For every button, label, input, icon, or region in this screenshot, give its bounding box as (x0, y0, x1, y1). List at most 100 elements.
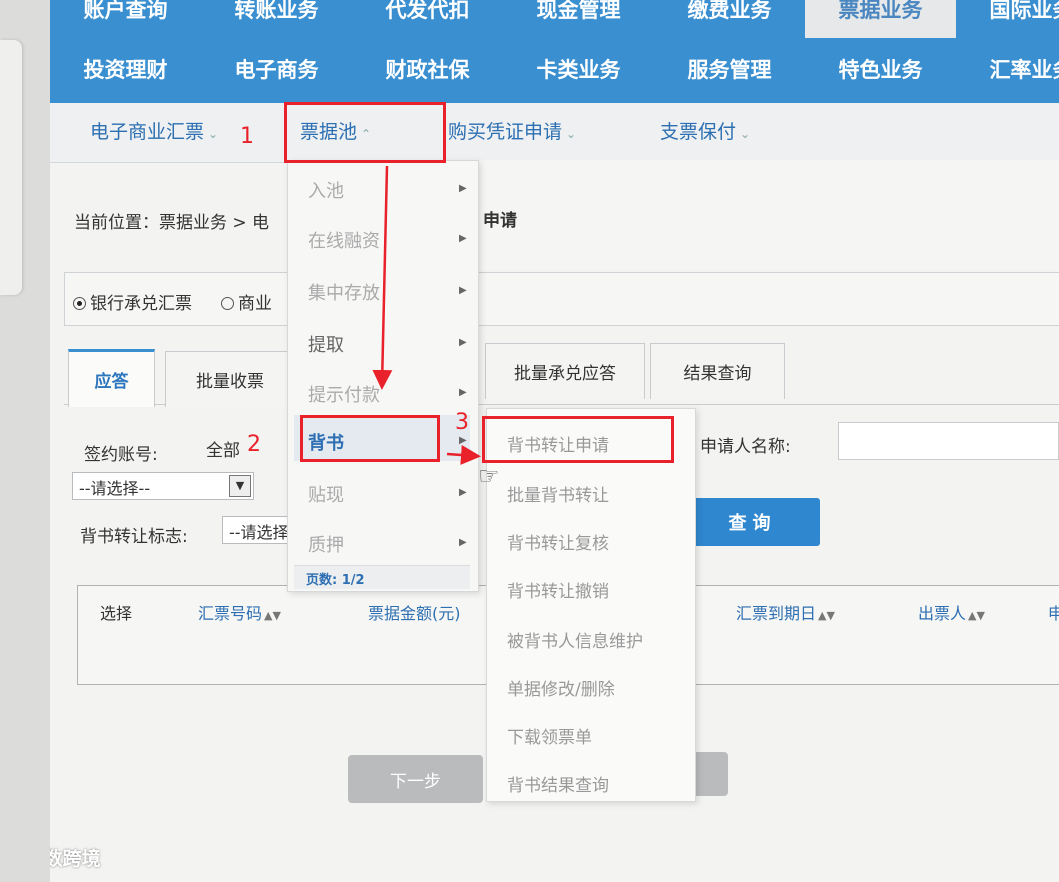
submenu-item-download-ticket[interactable]: 下载领票单 (507, 723, 592, 748)
subnav-label: 购买凭证申请 (448, 121, 563, 143)
annotation-box-2 (300, 415, 440, 462)
main-nav-row-1: 账户查询 转账业务 代发代扣 现金管理 缴费业务 票据业务 国际业务 (50, 0, 1059, 38)
radio-label: 商业 (238, 294, 272, 314)
watermark-text: 大数跨境 (50, 848, 101, 870)
nav-item-exchange-rate[interactable]: 汇率业务 (956, 44, 1059, 94)
annotation-number-3: 3 (455, 410, 469, 435)
submenu-item-endorse-review[interactable]: 背书转让复核 (507, 529, 609, 554)
chevron-right-icon: ▶ (459, 183, 467, 194)
page-title: 申请 (483, 211, 517, 231)
nav-item-card[interactable]: 卡类业务 (503, 44, 654, 94)
next-step-button[interactable]: 下一步 (348, 755, 483, 803)
chevron-down-icon: ⌄ (566, 127, 577, 141)
endorse-flag-select[interactable]: --请选择 (222, 516, 292, 544)
column-header-drawer[interactable]: 出票人 ▲▼ (918, 600, 985, 624)
nav-item-payment[interactable]: 缴费业务 (654, 0, 805, 38)
bank-page: 账户查询 转账业务 代发代扣 现金管理 缴费业务 票据业务 国际业务 投资理财 … (50, 0, 1059, 882)
watermark: ⚭大数跨境 (50, 844, 101, 871)
sort-icon[interactable]: ▲▼ (818, 609, 835, 622)
subnav-buy-voucher[interactable]: 购买凭证申请 ⌄ (448, 117, 576, 144)
submenu-item-endorse-revoke[interactable]: 背书转让撤销 (507, 577, 609, 602)
nav-item-featured[interactable]: 特色业务 (805, 44, 956, 94)
annotation-number-2: 2 (247, 432, 261, 457)
main-nav-row-2: 投资理财 电子商务 财政社保 卡类业务 服务管理 特色业务 汇率业务 (50, 44, 1059, 94)
column-header-applicant[interactable]: 申 (1048, 600, 1059, 624)
chevron-right-icon: ▶ (459, 233, 467, 244)
menu-item-deposit-pool[interactable]: 入池 (308, 177, 344, 203)
column-header-label: 汇票到期日 (736, 604, 817, 623)
column-header-label: 票据金额(元) (368, 604, 461, 623)
nav-item-social-security[interactable]: 财政社保 (352, 44, 503, 94)
column-header-due-date[interactable]: 汇票到期日 ▲▼ (736, 600, 835, 624)
breadcrumb: 当前位置：票据业务 > 电 (74, 213, 270, 233)
nav-item-service[interactable]: 服务管理 (654, 44, 805, 94)
submenu-item-endorsee-info[interactable]: 被背书人信息维护 (507, 627, 643, 652)
column-header-bill-number[interactable]: 汇票号码 ▲▼ (198, 600, 281, 624)
chevron-right-icon: ▶ (459, 487, 467, 498)
menu-pagination[interactable]: 页数: 1/2 (294, 565, 470, 589)
submenu-item-batch-endorse[interactable]: 批量背书转让 (507, 481, 609, 506)
tab-result-query[interactable]: 结果查询 (650, 343, 785, 399)
submenu-item-edit-delete[interactable]: 单据修改/删除 (507, 675, 615, 700)
chevron-right-icon: ▶ (459, 285, 467, 296)
select-dropdown[interactable]: --请选择-- ▼ (72, 472, 254, 500)
annotation-box-3 (482, 416, 674, 463)
endorse-flag-label: 背书转让标志: (80, 527, 188, 547)
chevron-right-icon: ▶ (459, 337, 467, 348)
radio-commercial[interactable]: 商业 (221, 289, 272, 314)
subnav-label: 支票保付 (660, 121, 737, 143)
nav-item-investment[interactable]: 投资理财 (50, 44, 201, 94)
query-button[interactable]: 查询 (685, 498, 820, 546)
sub-nav: 电子商业汇票 ⌄ 票据池 ⌃ 购买凭证申请 ⌄ 支票保付 ⌄ (50, 103, 1059, 163)
nav-item-cash-management[interactable]: 现金管理 (503, 0, 654, 38)
sort-icon[interactable]: ▲▼ (968, 609, 985, 622)
radio-unselected-icon (221, 297, 234, 310)
menu-item-centralized-storage[interactable]: 集中存放 (308, 279, 380, 305)
select-placeholder: --请选择-- (79, 479, 151, 498)
bill-pool-menu: 入池 ▶ 在线融资 ▶ 集中存放 ▶ 提取 ▶ 提示付款 ▶ 背书 ▶ 贴现 ▶… (287, 160, 479, 592)
column-header-select: 选择 (100, 604, 133, 623)
column-header-label: 出票人 (918, 604, 967, 623)
annotation-box-1 (284, 102, 446, 163)
nav-item-international[interactable]: 国际业务 (956, 0, 1059, 38)
hand-cursor-icon: ☞ (478, 462, 500, 490)
tab-batch-receive[interactable]: 批量收票 (165, 351, 295, 407)
annotation-number-1: 1 (240, 124, 254, 149)
tab-respond[interactable]: 应答 (68, 349, 155, 407)
applicant-label: 申请人名称: (700, 437, 791, 457)
chevron-right-icon: ▶ (459, 435, 467, 446)
nav-item-bill-business[interactable]: 票据业务 (805, 0, 956, 38)
subnav-e-commercial-bill[interactable]: 电子商业汇票 ⌄ (90, 117, 218, 144)
column-header-label: 汇票号码 (198, 604, 263, 623)
radio-selected-icon (73, 297, 86, 310)
radio-label: 银行承兑汇票 (90, 294, 192, 314)
menu-item-prompt-payment[interactable]: 提示付款 (308, 381, 380, 407)
nav-item-ecommerce[interactable]: 电子商务 (201, 44, 352, 94)
chevron-down-icon: ⌄ (740, 127, 751, 141)
column-header-amount[interactable]: 票据金额(元) (368, 600, 461, 624)
account-label: 签约账号: (84, 445, 158, 465)
content-backdrop (479, 160, 1059, 270)
menu-item-withdraw[interactable]: 提取 (308, 331, 344, 357)
subnav-check-guarantee[interactable]: 支票保付 ⌄ (660, 117, 750, 144)
chevron-down-icon[interactable]: ▼ (229, 475, 251, 497)
menu-item-discount[interactable]: 贴现 (308, 481, 344, 507)
nav-item-transfer[interactable]: 转账业务 (201, 0, 352, 38)
nav-item-account-query[interactable]: 账户查询 (50, 0, 201, 38)
submenu-item-endorse-result[interactable]: 背书结果查询 (507, 771, 609, 796)
tab-batch-accept[interactable]: 批量承兑应答 (485, 343, 645, 399)
sort-icon[interactable]: ▲▼ (264, 609, 281, 622)
applicant-input[interactable] (838, 422, 1059, 460)
chevron-right-icon: ▶ (459, 537, 467, 548)
menu-item-pledge[interactable]: 质押 (308, 531, 344, 557)
subnav-label: 电子商业汇票 (90, 121, 205, 143)
radio-bank-acceptance[interactable]: 银行承兑汇票 (73, 289, 192, 314)
endorse-submenu: 背书转让申请 批量背书转让 背书转让复核 背书转让撤销 被背书人信息维护 单据修… (486, 408, 696, 802)
device-edge (0, 40, 22, 295)
nav-item-payroll[interactable]: 代发代扣 (352, 0, 503, 38)
chevron-right-icon: ▶ (459, 387, 467, 398)
menu-item-online-financing[interactable]: 在线融资 (308, 227, 380, 253)
bill-type-selector: 银行承兑汇票 商业 (64, 272, 1059, 326)
chevron-down-icon: ⌄ (208, 127, 219, 141)
main-nav: 账户查询 转账业务 代发代扣 现金管理 缴费业务 票据业务 国际业务 投资理财 … (50, 0, 1059, 103)
